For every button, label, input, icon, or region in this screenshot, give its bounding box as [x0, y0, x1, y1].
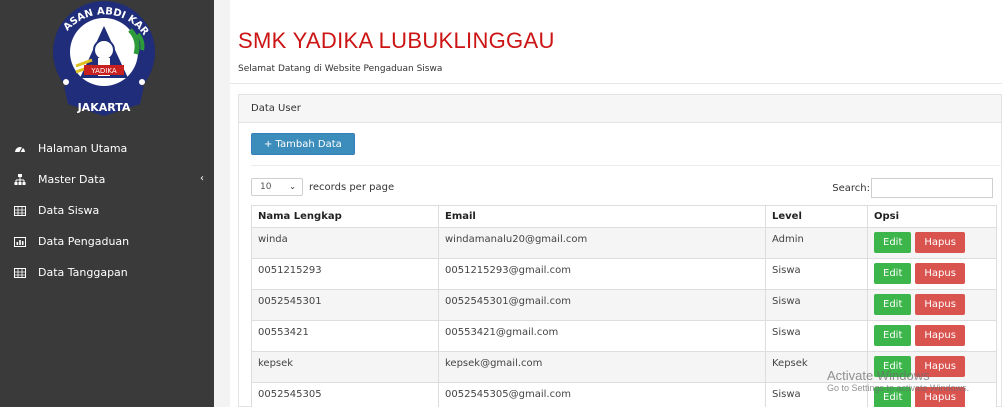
- records-per-page-label: records per page: [309, 181, 395, 193]
- cell-nama: 00553421: [251, 320, 439, 352]
- svg-text:JAKARTA: JAKARTA: [77, 101, 131, 114]
- cell-opsi: Edit Hapus: [867, 227, 997, 259]
- cell-email: 0052545301@gmail.com: [438, 289, 766, 321]
- chart-icon: [14, 236, 26, 248]
- search-label: Search:: [832, 182, 870, 194]
- cell-nama: winda: [251, 227, 439, 259]
- chevron-down-icon: ⌄: [289, 182, 296, 191]
- sidebar-item-label: Data Pengaduan: [38, 235, 130, 248]
- edit-button[interactable]: Edit: [874, 387, 912, 407]
- cell-opsi: Edit Hapus: [867, 320, 997, 352]
- column-header-nama[interactable]: Nama Lengkap: [251, 205, 439, 228]
- delete-button[interactable]: Hapus: [915, 294, 965, 315]
- sidebar: YADIKA YAYASAN ABDI KARYA JAKARTA Halama…: [0, 0, 214, 407]
- cell-nama: 0051215293: [251, 258, 439, 290]
- sidebar-item-data-pengaduan[interactable]: Data Pengaduan: [0, 226, 214, 257]
- dashboard-icon: [14, 143, 26, 155]
- edit-button[interactable]: Edit: [874, 356, 912, 377]
- sitemap-icon: [14, 173, 26, 186]
- cell-opsi: Edit Hapus: [867, 289, 997, 321]
- records-per-page: 10 ⌄ records per page: [251, 178, 394, 196]
- sidebar-item-data-siswa[interactable]: Data Siswa: [0, 195, 214, 226]
- cell-email: 0051215293@gmail.com: [438, 258, 766, 290]
- edit-button[interactable]: Edit: [874, 294, 912, 315]
- cell-opsi: Edit Hapus: [867, 351, 997, 383]
- table-row: 0052545305 0052545305@gmail.com Siswa Ed…: [251, 382, 997, 407]
- edit-button[interactable]: Edit: [874, 263, 912, 284]
- panel-heading: Data User: [239, 95, 1001, 123]
- table-search: Search:: [832, 178, 993, 198]
- column-header-email[interactable]: Email: [438, 205, 766, 228]
- cell-opsi: Edit Hapus: [867, 258, 997, 290]
- cell-level: Siswa: [765, 320, 868, 352]
- add-data-button[interactable]: + Tambah Data: [251, 133, 355, 155]
- cell-email: kepsek@gmail.com: [438, 351, 766, 383]
- cell-nama: 0052545301: [251, 289, 439, 321]
- table-row: 0051215293 0051215293@gmail.com Siswa Ed…: [251, 258, 997, 290]
- chevron-left-icon[interactable]: ‹: [200, 173, 204, 184]
- cell-nama: 0052545305: [251, 382, 439, 407]
- edit-button[interactable]: Edit: [874, 232, 912, 253]
- table-row: winda windamanalu20@gmail.com Admin Edit…: [251, 227, 997, 259]
- cell-email: 0052545305@gmail.com: [438, 382, 766, 407]
- delete-button[interactable]: Hapus: [915, 232, 965, 253]
- delete-button[interactable]: Hapus: [915, 263, 965, 284]
- yadika-logo: YADIKA YAYASAN ABDI KARYA JAKARTA: [0, 0, 155, 116]
- page-subtitle: Selamat Datang di Website Pengaduan Sisw…: [238, 64, 443, 74]
- sidebar-item-halaman-utama[interactable]: Halaman Utama: [0, 133, 214, 164]
- cell-level: Kepsek: [765, 351, 868, 383]
- svg-text:YADIKA: YADIKA: [90, 67, 116, 75]
- edit-button[interactable]: Edit: [874, 325, 912, 346]
- search-input[interactable]: [871, 178, 993, 198]
- sidebar-item-label: Data Tanggapan: [38, 266, 128, 279]
- page-header: SMK YADIKA LUBUKLINGGAU Selamat Datang d…: [230, 10, 1002, 84]
- delete-button[interactable]: Hapus: [915, 356, 965, 377]
- table-row: 00553421 00553421@gmail.com Siswa Edit Ha…: [251, 320, 997, 352]
- user-table: Nama Lengkap Email Level Opsi winda wind…: [251, 205, 997, 407]
- records-per-page-select[interactable]: 10 ⌄: [251, 178, 303, 196]
- cell-level: Siswa: [765, 289, 868, 321]
- page-title: SMK YADIKA LUBUKLINGGAU: [238, 28, 555, 53]
- divider: [251, 165, 1002, 166]
- table-row: kepsek kepsek@gmail.com Kepsek Edit Hapus: [251, 351, 997, 383]
- cell-opsi: Edit Hapus: [867, 382, 997, 407]
- sidebar-item-label: Data Siswa: [38, 204, 100, 217]
- table-icon: [14, 267, 26, 279]
- cell-email: 00553421@gmail.com: [438, 320, 766, 352]
- records-per-page-value: 10: [260, 182, 272, 192]
- main-content: SMK YADIKA LUBUKLINGGAU Selamat Datang d…: [230, 0, 1002, 407]
- delete-button[interactable]: Hapus: [915, 387, 965, 407]
- cell-email: windamanalu20@gmail.com: [438, 227, 766, 259]
- cell-level: Siswa: [765, 258, 868, 290]
- sidebar-item-master-data[interactable]: Master Data ‹: [0, 164, 214, 195]
- sidebar-item-label: Master Data: [38, 173, 106, 186]
- sidebar-item-data-tanggapan[interactable]: Data Tanggapan: [0, 257, 214, 288]
- data-user-panel: Data User + Tambah Data 10 ⌄ records per…: [238, 94, 1002, 407]
- sidebar-nav: Halaman Utama Master Data ‹ Data Siswa D…: [0, 133, 214, 288]
- column-header-level[interactable]: Level: [765, 205, 868, 228]
- column-header-opsi[interactable]: Opsi: [867, 205, 997, 228]
- cell-nama: kepsek: [251, 351, 439, 383]
- cell-level: Siswa: [765, 382, 868, 407]
- table-row: 0052545301 0052545301@gmail.com Siswa Ed…: [251, 289, 997, 321]
- delete-button[interactable]: Hapus: [915, 325, 965, 346]
- table-icon: [14, 205, 26, 217]
- sidebar-item-label: Halaman Utama: [38, 142, 128, 155]
- cell-level: Admin: [765, 227, 868, 259]
- table-header-row: Nama Lengkap Email Level Opsi: [251, 205, 997, 228]
